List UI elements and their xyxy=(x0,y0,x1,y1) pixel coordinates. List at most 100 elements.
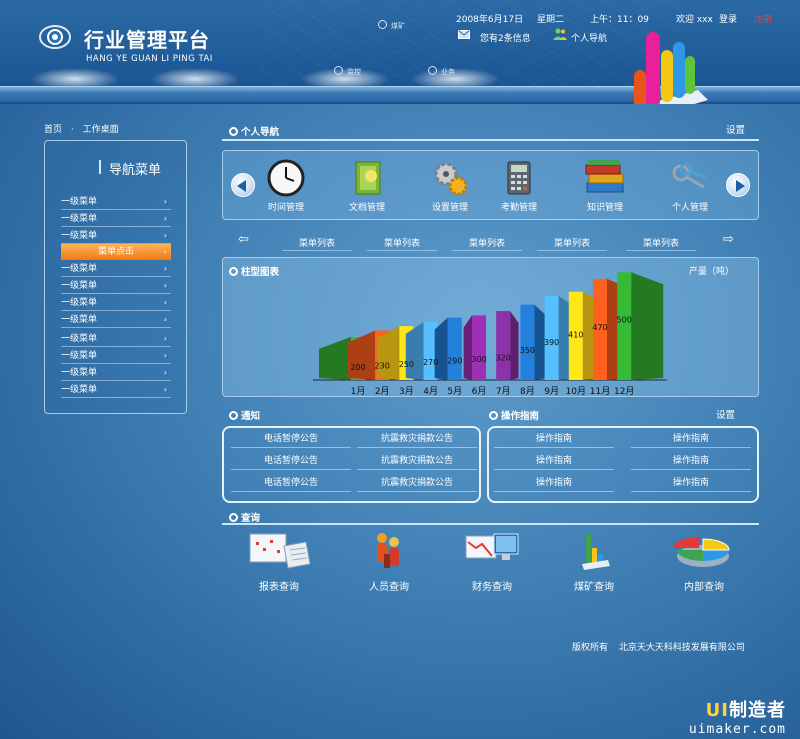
notice-item[interactable]: 电话暂停公告 xyxy=(231,452,351,470)
sidebar: 导航菜单 一级菜单 › 一级菜单 › 一级菜单 › 菜单点击 › 一级菜单 › 一级菜单 ›… xyxy=(44,140,187,414)
login-link[interactable]: 登录 xyxy=(719,12,737,25)
nav-item-label: 设置管理 xyxy=(431,203,468,213)
books-icon xyxy=(585,160,624,193)
chart-data-label: 390 xyxy=(544,338,559,347)
notice-item[interactable]: 抗震救灾捐款公告 xyxy=(357,452,477,470)
notice-item[interactable]: 抗震救灾捐款公告 xyxy=(357,430,477,448)
notice-item[interactable]: 抗震救灾捐款公告 xyxy=(357,474,477,492)
nav-next-button[interactable] xyxy=(726,173,750,197)
sidebar-item-active[interactable]: 菜单点击 › xyxy=(61,244,171,260)
map-marker-icon[interactable] xyxy=(428,66,437,75)
arrow-forward-icon[interactable]: ⇨ xyxy=(723,232,734,247)
query-item-mine[interactable]: 煤矿查询 xyxy=(549,530,639,593)
breadcrumb: 首页 · 工作桌面 xyxy=(44,122,125,135)
sidebar-item-label: 一级菜单 xyxy=(61,315,98,325)
chart-x-tick-label: 9月 xyxy=(544,386,559,397)
nav-item-document[interactable]: 文档管理 xyxy=(332,159,402,213)
map-marker-icon[interactable] xyxy=(378,20,387,29)
sidebar-item[interactable]: 一级菜单 › xyxy=(61,261,171,277)
nav-item-time[interactable]: 时间管理 xyxy=(251,159,321,213)
watermark: UI制造者 uimaker.com xyxy=(689,696,786,737)
arrow-back-icon[interactable]: ⇦ xyxy=(238,232,249,247)
sidebar-item[interactable]: 一级菜单 › xyxy=(61,348,171,364)
chart-bar-front xyxy=(472,315,486,380)
personal-nav-settings-link[interactable]: 设置 xyxy=(726,122,745,136)
sidebar-item[interactable]: 一级菜单 › xyxy=(61,295,171,311)
logout-link[interactable]: 注销 xyxy=(754,12,772,25)
guide-item[interactable]: 操作指南 xyxy=(494,452,614,470)
nav-item-attendance[interactable]: 考勤管理 xyxy=(484,159,554,213)
chart-x-tick-label: 7月 xyxy=(496,386,511,397)
sidebar-item[interactable]: 一级菜单 › xyxy=(61,382,171,398)
app-subtitle: HANG YE GUAN LI PING TAI xyxy=(86,54,213,64)
clock-icon xyxy=(267,159,305,197)
gears-icon xyxy=(434,162,468,196)
chart-data-label: 230 xyxy=(375,361,390,370)
guide-item[interactable]: 操作指南 xyxy=(494,430,614,448)
chart-bar-side xyxy=(510,311,519,380)
breadcrumb-home[interactable]: 首页 xyxy=(44,125,62,135)
nav-item-label: 知识管理 xyxy=(586,203,623,213)
nav-item-personal[interactable]: 个人管理 xyxy=(655,159,725,213)
mail-icon xyxy=(458,30,470,39)
subnav-item[interactable]: 菜单列表 xyxy=(367,236,437,251)
query-item-internal[interactable]: 内部查询 xyxy=(659,530,749,593)
map-marker-icon[interactable] xyxy=(334,66,343,75)
notice-item[interactable]: 电话暂停公告 xyxy=(231,474,351,492)
document-icon xyxy=(355,161,381,195)
notice-item[interactable]: 电话暂停公告 xyxy=(231,430,351,448)
guide-item[interactable]: 操作指南 xyxy=(631,452,751,470)
chart-data-label: 470 xyxy=(592,323,607,332)
sidebar-title: 导航菜单 xyxy=(109,163,162,178)
chevron-right-icon: › xyxy=(163,264,167,273)
bar-chart-panel: 柱型图表 产量（吨） 200 1月 230 2月 250 3月 270 4月 290 5月 300 6… xyxy=(222,257,759,397)
messages-link[interactable]: 您有2条信息 xyxy=(480,31,531,44)
breadcrumb-separator: · xyxy=(70,125,74,135)
watermark-url: uimaker.com xyxy=(688,722,786,737)
chart-bar-front xyxy=(447,317,462,380)
sidebar-item[interactable]: 一级菜单 › xyxy=(61,331,171,347)
chart-bar-front xyxy=(617,272,632,380)
personal-nav-panel: 时间管理 文档管理 设置管理 考勤管理 知识管理 个人管理 xyxy=(222,150,759,220)
nav-item-settings[interactable]: 设置管理 xyxy=(415,159,485,213)
nav-item-knowledge[interactable]: 知识管理 xyxy=(570,159,640,213)
query-item-label: 财务查询 xyxy=(472,582,512,593)
query-item-finance[interactable]: 财务查询 xyxy=(447,530,537,593)
nav-item-label: 考勤管理 xyxy=(500,203,537,213)
personal-nav-link[interactable]: 个人导航 xyxy=(571,31,607,44)
guide-item[interactable]: 操作指南 xyxy=(631,430,751,448)
user-group-icon xyxy=(553,28,567,40)
sidebar-item-label: 菜单点击 xyxy=(97,247,134,257)
chart-bar-side xyxy=(463,315,472,380)
radio-bullet-icon xyxy=(229,127,238,136)
subnav-item[interactable]: 菜单列表 xyxy=(626,236,696,251)
radio-bullet-icon xyxy=(229,411,238,420)
query-item-label: 煤矿查询 xyxy=(574,582,614,593)
sidebar-item[interactable]: 一级菜单 › xyxy=(61,194,171,210)
sidebar-item[interactable]: 一级菜单 › xyxy=(61,211,171,227)
bar-chart: 200 1月 230 2月 250 3月 270 4月 290 5月 300 6月 320 7月 350 8月… xyxy=(313,272,667,397)
guide-item[interactable]: 操作指南 xyxy=(494,474,614,492)
notice-heading: 通知 xyxy=(229,408,260,422)
arrow-right-icon xyxy=(736,180,745,192)
query-item-people[interactable]: 人员查询 xyxy=(344,530,434,593)
subnav-item[interactable]: 菜单列表 xyxy=(452,236,522,251)
chevron-right-icon: › xyxy=(163,247,167,256)
subnav-item[interactable]: 菜单列表 xyxy=(282,236,352,251)
chart-bar-front xyxy=(496,311,511,380)
sidebar-item[interactable]: 一级菜单 › xyxy=(61,278,171,294)
sidebar-item[interactable]: 一级菜单 › xyxy=(61,365,171,381)
pie-chart-icon xyxy=(673,537,730,567)
chart-bar xyxy=(496,311,519,380)
guide-panel: 操作指南 操作指南 操作指南 操作指南 操作指南 操作指南 xyxy=(487,426,759,503)
sidebar-item[interactable]: 一级菜单 › xyxy=(61,228,171,244)
chevron-right-icon: › xyxy=(163,368,167,377)
query-item-label: 报表查询 xyxy=(259,582,299,593)
personal-nav-heading: 个人导航 xyxy=(229,124,279,138)
sidebar-item[interactable]: 一级菜单 › xyxy=(61,312,171,328)
subnav-item[interactable]: 菜单列表 xyxy=(537,236,607,251)
query-item-report[interactable]: 报表查询 xyxy=(234,530,324,593)
chart-x-tick-label: 6月 xyxy=(472,386,487,397)
guide-settings-link[interactable]: 设置 xyxy=(716,407,735,421)
guide-item[interactable]: 操作指南 xyxy=(631,474,751,492)
